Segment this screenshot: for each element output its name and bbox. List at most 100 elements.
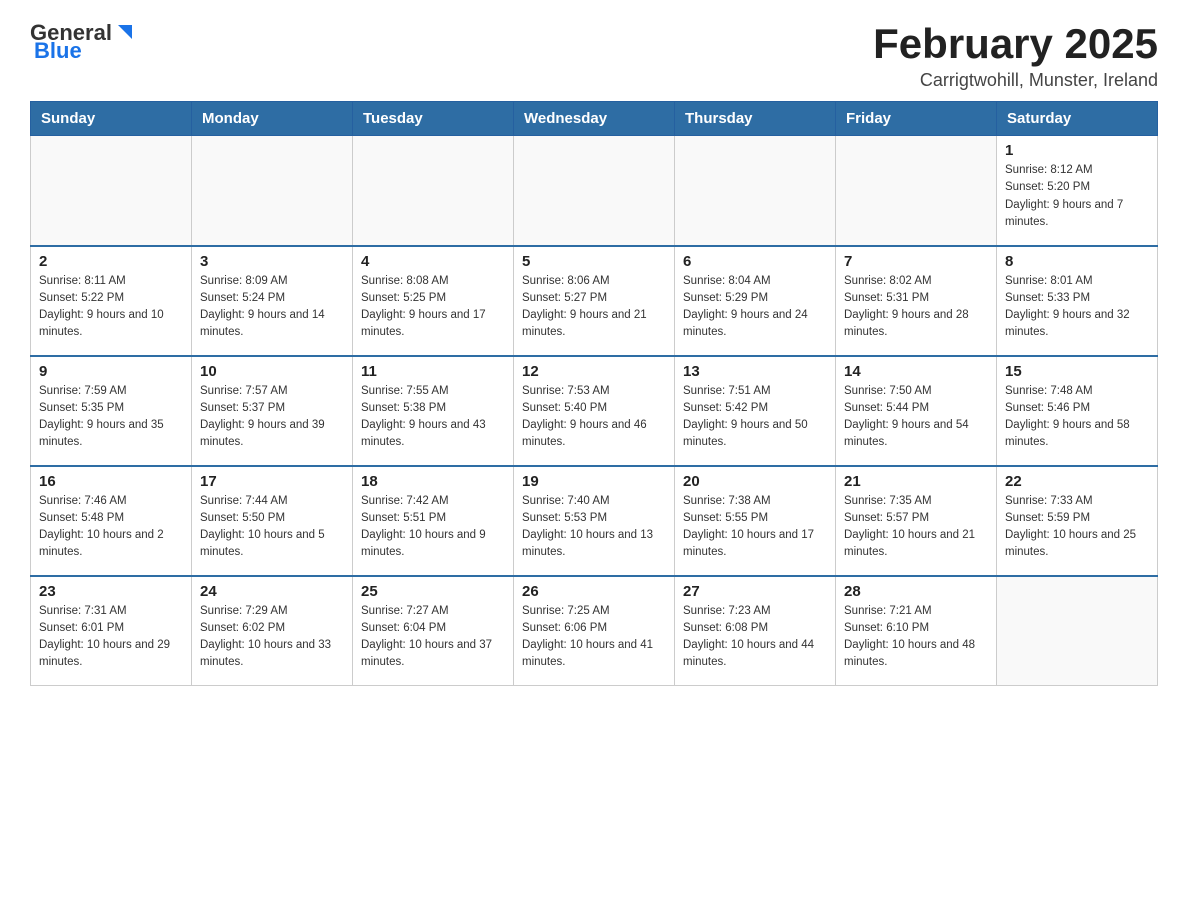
table-row: 9 Sunrise: 7:59 AMSunset: 5:35 PMDaylight… bbox=[31, 356, 192, 466]
table-row: 22 Sunrise: 7:33 AMSunset: 5:59 PMDayligh… bbox=[997, 466, 1158, 576]
day-info: Sunrise: 7:35 AMSunset: 5:57 PMDaylight:… bbox=[844, 493, 988, 562]
day-info: Sunrise: 7:40 AMSunset: 5:53 PMDaylight:… bbox=[522, 493, 666, 562]
day-info: Sunrise: 8:09 AMSunset: 5:24 PMDaylight:… bbox=[200, 273, 344, 342]
logo-blue: Blue bbox=[34, 38, 82, 64]
calendar-header-row: Sunday Monday Tuesday Wednesday Thursday… bbox=[31, 102, 1158, 136]
day-info: Sunrise: 8:11 AMSunset: 5:22 PMDaylight:… bbox=[39, 273, 183, 342]
day-info: Sunrise: 7:23 AMSunset: 6:08 PMDaylight:… bbox=[683, 603, 827, 672]
calendar-week-row: 9 Sunrise: 7:59 AMSunset: 5:35 PMDaylight… bbox=[31, 356, 1158, 466]
day-info: Sunrise: 7:29 AMSunset: 6:02 PMDaylight:… bbox=[200, 603, 344, 672]
day-number: 17 bbox=[200, 473, 344, 490]
day-number: 12 bbox=[522, 363, 666, 380]
day-info: Sunrise: 7:44 AMSunset: 5:50 PMDaylight:… bbox=[200, 493, 344, 562]
table-row: 2 Sunrise: 8:11 AMSunset: 5:22 PMDaylight… bbox=[31, 246, 192, 356]
day-info: Sunrise: 8:02 AMSunset: 5:31 PMDaylight:… bbox=[844, 273, 988, 342]
col-tuesday: Tuesday bbox=[353, 102, 514, 136]
day-number: 20 bbox=[683, 473, 827, 490]
table-row: 27 Sunrise: 7:23 AMSunset: 6:08 PMDayligh… bbox=[675, 576, 836, 686]
day-number: 27 bbox=[683, 583, 827, 600]
day-number: 11 bbox=[361, 363, 505, 380]
location-subtitle: Carrigtwohill, Munster, Ireland bbox=[873, 70, 1158, 91]
day-info: Sunrise: 7:50 AMSunset: 5:44 PMDaylight:… bbox=[844, 383, 988, 452]
table-row: 14 Sunrise: 7:50 AMSunset: 5:44 PMDayligh… bbox=[836, 356, 997, 466]
day-number: 13 bbox=[683, 363, 827, 380]
day-info: Sunrise: 8:12 AMSunset: 5:20 PMDaylight:… bbox=[1005, 162, 1149, 231]
day-number: 1 bbox=[1005, 142, 1149, 159]
table-row bbox=[836, 136, 997, 246]
col-friday: Friday bbox=[836, 102, 997, 136]
day-number: 22 bbox=[1005, 473, 1149, 490]
table-row: 5Sunrise: 8:06 AMSunset: 5:27 PMDaylight… bbox=[514, 246, 675, 356]
day-number: 14 bbox=[844, 363, 988, 380]
table-row: 23Sunrise: 7:31 AMSunset: 6:01 PMDayligh… bbox=[31, 576, 192, 686]
day-info: Sunrise: 8:06 AMSunset: 5:27 PMDaylight:… bbox=[522, 273, 666, 342]
day-number: 16 bbox=[39, 473, 183, 490]
day-number: 2 bbox=[39, 253, 183, 270]
day-number: 23 bbox=[39, 583, 183, 600]
calendar-week-row: 23Sunrise: 7:31 AMSunset: 6:01 PMDayligh… bbox=[31, 576, 1158, 686]
day-number: 15 bbox=[1005, 363, 1149, 380]
table-row: 17 Sunrise: 7:44 AMSunset: 5:50 PMDayligh… bbox=[192, 466, 353, 576]
calendar-week-row: 2 Sunrise: 8:11 AMSunset: 5:22 PMDaylight… bbox=[31, 246, 1158, 356]
table-row: 26 Sunrise: 7:25 AMSunset: 6:06 PMDayligh… bbox=[514, 576, 675, 686]
day-number: 24 bbox=[200, 583, 344, 600]
day-info: Sunrise: 7:46 AMSunset: 5:48 PMDaylight:… bbox=[39, 493, 183, 562]
table-row bbox=[31, 136, 192, 246]
table-row bbox=[997, 576, 1158, 686]
day-number: 4 bbox=[361, 253, 505, 270]
day-number: 26 bbox=[522, 583, 666, 600]
day-number: 10 bbox=[200, 363, 344, 380]
month-year-title: February 2025 bbox=[873, 20, 1158, 68]
table-row: 11 Sunrise: 7:55 AMSunset: 5:38 PMDayligh… bbox=[353, 356, 514, 466]
table-row bbox=[675, 136, 836, 246]
day-info: Sunrise: 7:42 AMSunset: 5:51 PMDaylight:… bbox=[361, 493, 505, 562]
day-info: Sunrise: 7:55 AMSunset: 5:38 PMDaylight:… bbox=[361, 383, 505, 452]
day-number: 6 bbox=[683, 253, 827, 270]
day-number: 7 bbox=[844, 253, 988, 270]
calendar-table: Sunday Monday Tuesday Wednesday Thursday… bbox=[30, 101, 1158, 686]
table-row: 8Sunrise: 8:01 AMSunset: 5:33 PMDaylight… bbox=[997, 246, 1158, 356]
day-number: 3 bbox=[200, 253, 344, 270]
table-row: 28 Sunrise: 7:21 AMSunset: 6:10 PMDayligh… bbox=[836, 576, 997, 686]
day-number: 19 bbox=[522, 473, 666, 490]
day-info: Sunrise: 7:53 AMSunset: 5:40 PMDaylight:… bbox=[522, 383, 666, 452]
col-sunday: Sunday bbox=[31, 102, 192, 136]
table-row: 3 Sunrise: 8:09 AMSunset: 5:24 PMDaylight… bbox=[192, 246, 353, 356]
table-row: 10 Sunrise: 7:57 AMSunset: 5:37 PMDayligh… bbox=[192, 356, 353, 466]
table-row: 13Sunrise: 7:51 AMSunset: 5:42 PMDayligh… bbox=[675, 356, 836, 466]
day-info: Sunrise: 8:08 AMSunset: 5:25 PMDaylight:… bbox=[361, 273, 505, 342]
logo-triangle-icon bbox=[114, 21, 136, 43]
col-thursday: Thursday bbox=[675, 102, 836, 136]
table-row: 1 Sunrise: 8:12 AMSunset: 5:20 PMDaylight… bbox=[997, 136, 1158, 246]
day-info: Sunrise: 7:48 AMSunset: 5:46 PMDaylight:… bbox=[1005, 383, 1149, 452]
day-number: 21 bbox=[844, 473, 988, 490]
day-number: 8 bbox=[1005, 253, 1149, 270]
table-row: 6Sunrise: 8:04 AMSunset: 5:29 PMDaylight… bbox=[675, 246, 836, 356]
table-row: 25 Sunrise: 7:27 AMSunset: 6:04 PMDayligh… bbox=[353, 576, 514, 686]
day-info: Sunrise: 7:25 AMSunset: 6:06 PMDaylight:… bbox=[522, 603, 666, 672]
day-number: 9 bbox=[39, 363, 183, 380]
title-area: February 2025 Carrigtwohill, Munster, Ir… bbox=[873, 20, 1158, 91]
day-info: Sunrise: 7:27 AMSunset: 6:04 PMDaylight:… bbox=[361, 603, 505, 672]
col-wednesday: Wednesday bbox=[514, 102, 675, 136]
day-info: Sunrise: 7:59 AMSunset: 5:35 PMDaylight:… bbox=[39, 383, 183, 452]
day-info: Sunrise: 7:38 AMSunset: 5:55 PMDaylight:… bbox=[683, 493, 827, 562]
table-row: 18 Sunrise: 7:42 AMSunset: 5:51 PMDayligh… bbox=[353, 466, 514, 576]
table-row bbox=[192, 136, 353, 246]
calendar-week-row: 1 Sunrise: 8:12 AMSunset: 5:20 PMDaylight… bbox=[31, 136, 1158, 246]
table-row: 24 Sunrise: 7:29 AMSunset: 6:02 PMDayligh… bbox=[192, 576, 353, 686]
table-row: 15 Sunrise: 7:48 AMSunset: 5:46 PMDayligh… bbox=[997, 356, 1158, 466]
table-row bbox=[514, 136, 675, 246]
day-number: 18 bbox=[361, 473, 505, 490]
logo: General Blue bbox=[30, 20, 136, 64]
table-row bbox=[353, 136, 514, 246]
day-info: Sunrise: 7:21 AMSunset: 6:10 PMDaylight:… bbox=[844, 603, 988, 672]
table-row: 19 Sunrise: 7:40 AMSunset: 5:53 PMDayligh… bbox=[514, 466, 675, 576]
day-info: Sunrise: 7:57 AMSunset: 5:37 PMDaylight:… bbox=[200, 383, 344, 452]
day-number: 28 bbox=[844, 583, 988, 600]
table-row: 20 Sunrise: 7:38 AMSunset: 5:55 PMDayligh… bbox=[675, 466, 836, 576]
day-info: Sunrise: 7:33 AMSunset: 5:59 PMDaylight:… bbox=[1005, 493, 1149, 562]
table-row: 21 Sunrise: 7:35 AMSunset: 5:57 PMDayligh… bbox=[836, 466, 997, 576]
day-number: 25 bbox=[361, 583, 505, 600]
page-header: General Blue February 2025 Carrigtwohill… bbox=[30, 20, 1158, 91]
